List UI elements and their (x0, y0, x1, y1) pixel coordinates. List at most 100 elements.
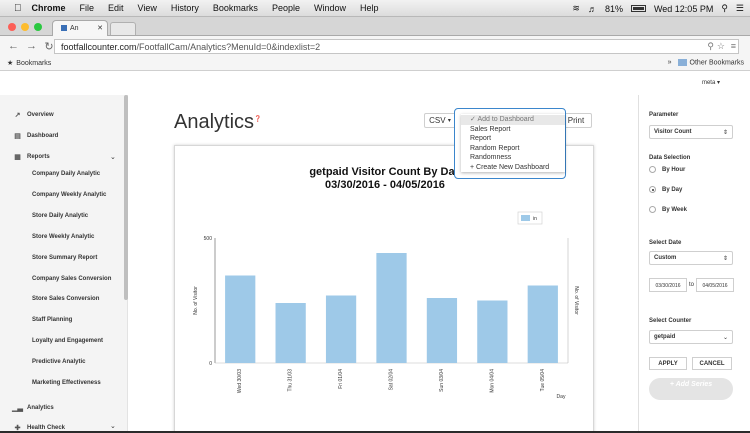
main-content: Analytics❓ CSV ▾ Print getpaid Visitor C… (128, 95, 638, 433)
apply-button[interactable]: APPLY (649, 357, 687, 370)
date-from-input[interactable]: 03/30/2016 (649, 278, 687, 292)
search-icon[interactable]: ⚲ (721, 3, 728, 14)
chart-title: getpaid Visitor Count By Day (309, 166, 461, 178)
radio-checked-icon (649, 186, 656, 193)
dashboard-menu-item[interactable]: Report (461, 134, 565, 144)
menu-item-label: Randomness (470, 154, 512, 161)
radio-by-day[interactable]: By Day (649, 186, 682, 193)
zoom-icon[interactable]: ⚲ (707, 41, 714, 52)
sidebar-item-report[interactable]: Loyalty and Engagement (32, 338, 103, 344)
y-tick-label: 500 (204, 236, 213, 242)
menu-help[interactable]: Help (360, 3, 379, 13)
csv-button[interactable]: CSV ▾ (424, 113, 456, 128)
print-label: Print (567, 116, 585, 125)
date-to-input[interactable]: 04/05/2016 (696, 278, 734, 292)
overflow-chevron-icon[interactable]: » (668, 59, 672, 66)
chevron-down-icon[interactable]: ⌄ (110, 153, 116, 161)
bookmark-star-icon[interactable]: ☆ (717, 41, 725, 52)
tab-title: An (70, 25, 79, 32)
menu-icon[interactable]: ≡ (731, 41, 736, 51)
sidebar-item-report[interactable]: Store Weekly Analytic (32, 234, 94, 240)
cancel-button[interactable]: CANCEL (692, 357, 732, 370)
favicon-icon (61, 25, 67, 32)
menu-history[interactable]: History (171, 3, 199, 13)
parameter-label: Parameter (649, 112, 679, 118)
close-tab-icon[interactable]: ✕ (97, 24, 103, 32)
chart-subtitle: 03/30/2016 - 04/05/2016 (325, 179, 445, 191)
add-to-dashboard-dropdown: ✓ Add to Dashboard Sales Report Report Rand… (454, 108, 566, 179)
dashboard-menu-item[interactable]: + Create New Dashboard (461, 163, 565, 173)
legend-swatch (521, 215, 530, 221)
dashboard-menu-item[interactable]: Randomness (461, 153, 565, 163)
chevron-down-icon[interactable]: ⌄ (110, 422, 116, 430)
parameter-select[interactable]: Visitor Count ⇕ (649, 125, 733, 139)
menu-view[interactable]: View (138, 3, 157, 13)
add-series-label: + Add Series (669, 381, 713, 388)
screen:  Chrome File Edit View History Bookmark… (0, 0, 750, 433)
new-tab-button[interactable] (110, 22, 136, 35)
zoom-window-button[interactable] (34, 23, 42, 31)
apple-icon[interactable]:  (14, 3, 22, 14)
sidebar-item-report[interactable]: Store Summary Report (32, 255, 97, 261)
sidebar-item-overview[interactable]: ↗ Overview (12, 109, 54, 121)
bar (527, 285, 558, 363)
forward-icon[interactable]: → (26, 40, 37, 52)
bookmarks-bar: ★ Bookmarks » Other Bookmarks (0, 56, 750, 71)
menu-edit[interactable]: Edit (108, 3, 124, 13)
sidebar-item-report[interactable]: Store Daily Analytic (32, 213, 88, 219)
counter-select[interactable]: getpaid ⌄ (649, 330, 733, 344)
volume-icon[interactable]: ♬ (588, 4, 597, 14)
select-counter-label: Select Counter (649, 318, 692, 324)
sidebar-item-dashboard[interactable]: ▤ Dashboard (12, 130, 58, 142)
radio-by-week[interactable]: By Week (649, 206, 687, 213)
add-series-button[interactable]: + Add Series (649, 378, 733, 400)
x-tick-label: Tue 05/04 (540, 369, 546, 392)
clock[interactable]: Wed 12:05 PM (654, 4, 713, 14)
menu-app[interactable]: Chrome (32, 3, 66, 13)
sidebar-item-report[interactable]: Store Sales Conversion (32, 296, 99, 302)
menu-bookmarks[interactable]: Bookmarks (213, 3, 258, 13)
menu-file[interactable]: File (80, 3, 95, 13)
sidebar-item-analytics[interactable]: ▁▃ Analytics (12, 402, 54, 414)
radio-label: By Day (662, 186, 683, 193)
help-icon[interactable]: ❓ (254, 116, 261, 122)
date-mode-select[interactable]: Custom ⇕ (649, 251, 733, 265)
select-caret-icon: ⇕ (722, 130, 728, 136)
chart-panel: getpaid Visitor Count By Day 03/30/2016 … (174, 145, 594, 433)
document-icon: ▦ (14, 154, 21, 161)
dashboard-menu-item[interactable]: ✓ Add to Dashboard (461, 115, 565, 125)
data-selection-label: Data Selection (649, 155, 691, 161)
sidebar-item-report[interactable]: Company Sales Conversion (32, 276, 111, 282)
sidebar-item-report[interactable]: Marketing Effectiveness (32, 380, 101, 386)
sidebar-item-reports[interactable]: ▦ Reports (12, 151, 122, 163)
radio-circle-icon (649, 206, 656, 213)
sidebar-item-report[interactable]: Company Daily Analytic (32, 171, 100, 177)
caret-down-icon: ▾ (447, 118, 451, 124)
sidebar-item-report[interactable]: Company Weekly Analytic (32, 192, 106, 198)
address-bar[interactable]: footfallcounter.com/FootfallCam/Analytic… (54, 39, 739, 54)
page-header: meta ▾ (0, 71, 750, 95)
close-window-button[interactable] (8, 23, 16, 31)
y-axis-title: No. of Visitor (193, 286, 199, 315)
browser-toolbar: ← → ↻ footfallcounter.com/FootfallCam/An… (0, 36, 750, 56)
user-menu[interactable]: meta ▾ (702, 79, 720, 86)
dashboard-menu-item[interactable]: Random Report (461, 144, 565, 154)
radio-by-hour[interactable]: By Hour (649, 166, 685, 173)
menu-item-label: + Create New Dashboard (470, 163, 550, 171)
other-bookmarks[interactable]: » Other Bookmarks (668, 59, 744, 66)
wifi-icon[interactable]: ≋ (572, 3, 580, 14)
list-icon[interactable]: ☰ (736, 3, 744, 14)
minimize-window-button[interactable] (21, 23, 29, 31)
sidebar-item-label: Dashboard (27, 133, 59, 139)
sidebar-item-report[interactable]: Predictive Analytic (32, 359, 85, 365)
tab-strip: An ✕ (0, 17, 750, 36)
menu-window[interactable]: Window (314, 3, 346, 13)
menu-people[interactable]: People (272, 3, 300, 13)
browser-tab[interactable]: An ✕ (52, 20, 108, 36)
bookmarks-label[interactable]: Bookmarks (16, 60, 51, 67)
dashboard-menu-item[interactable]: Sales Report (461, 125, 565, 135)
sidebar-item-report[interactable]: Staff Planning (32, 317, 72, 323)
battery-icon[interactable] (630, 5, 646, 12)
reload-icon[interactable]: ↻ (44, 40, 54, 53)
back-icon[interactable]: ← (8, 40, 19, 52)
